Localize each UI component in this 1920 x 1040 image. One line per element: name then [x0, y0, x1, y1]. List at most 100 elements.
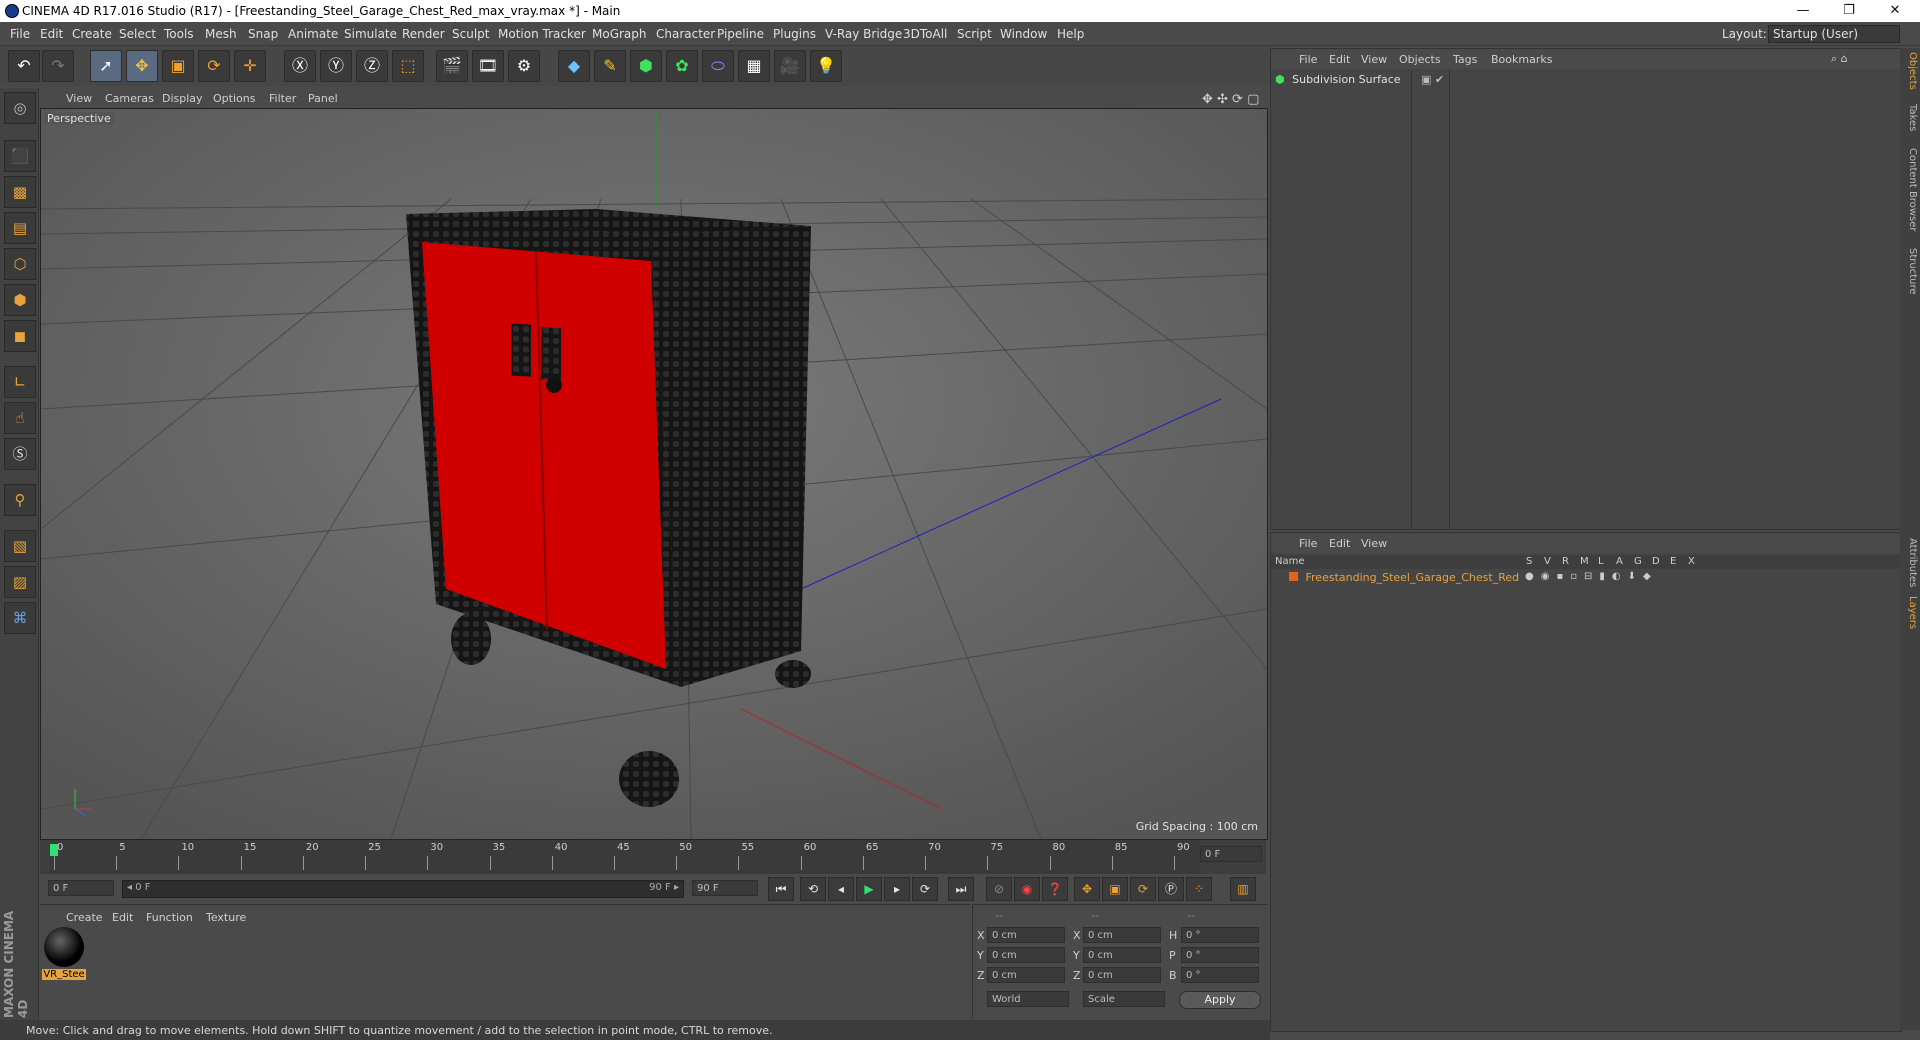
- start-frame-field[interactable]: 0 F: [48, 880, 114, 896]
- size-mode-dropdown[interactable]: Scale: [1083, 991, 1165, 1007]
- make-editable-icon[interactable]: ◎: [4, 92, 36, 124]
- layer-toggle-icons[interactable]: ●◉▪▫⊟▮◐⬇◆: [1525, 571, 1658, 582]
- layer-menu-edit[interactable]: Edit: [1329, 537, 1350, 550]
- texture-mode-icon[interactable]: ▩: [4, 176, 36, 208]
- position-x-field[interactable]: 0 cm: [987, 927, 1065, 943]
- viewport-navigation-icons[interactable]: ✥ ✣ ⟳ ▢: [1202, 92, 1259, 107]
- menu-render[interactable]: Render: [402, 27, 445, 41]
- play-icon[interactable]: ▶: [856, 877, 882, 901]
- rotation-h-field[interactable]: 0 °: [1181, 927, 1259, 943]
- apply-button[interactable]: Apply: [1179, 991, 1261, 1009]
- viewport-menu-view[interactable]: View: [66, 92, 92, 105]
- timeline-ruler[interactable]: 0 5 10 15 20 25 30 35 40 45 50 55 60 65 70 75 80 85 90 0 F: [40, 840, 1266, 875]
- cloner-icon[interactable]: ✿: [666, 50, 698, 82]
- tweak-mode-icon[interactable]: ☝: [4, 402, 36, 434]
- loop-icon[interactable]: ⟲: [800, 877, 826, 901]
- menu-script[interactable]: Script: [957, 27, 992, 41]
- points-mode-icon[interactable]: ⬡: [4, 248, 36, 280]
- deformer-icon[interactable]: ⬭: [702, 50, 734, 82]
- model-mode-icon[interactable]: ⬛: [4, 140, 36, 172]
- layer-menu-file[interactable]: File: [1299, 537, 1317, 550]
- workplane-lock-icon[interactable]: ▧: [4, 530, 36, 562]
- light-icon[interactable]: 💡: [810, 50, 842, 82]
- tab-attributes[interactable]: Attributes: [1902, 538, 1918, 587]
- next-frame-icon[interactable]: ▸: [884, 877, 910, 901]
- tab-structure[interactable]: Structure: [1902, 248, 1918, 295]
- object-menu-view[interactable]: View: [1361, 53, 1387, 66]
- autokey-icon[interactable]: ❓: [1042, 877, 1068, 901]
- coordinate-system-icon[interactable]: ⬚: [392, 50, 424, 82]
- position-y-field[interactable]: 0 cm: [987, 947, 1065, 963]
- size-y-field[interactable]: 0 cm: [1083, 947, 1161, 963]
- record-active-icon[interactable]: ◉: [1014, 877, 1040, 901]
- record-keys-icon[interactable]: ⊘: [986, 877, 1012, 901]
- previous-frame-icon[interactable]: ◂: [828, 877, 854, 901]
- key-scale-icon[interactable]: ▣: [1102, 877, 1128, 901]
- menu-select[interactable]: Select: [119, 27, 156, 41]
- menu-create[interactable]: Create: [72, 27, 112, 41]
- key-parameter-icon[interactable]: Ⓟ: [1158, 877, 1184, 901]
- viewport-menu-display[interactable]: Display: [162, 92, 203, 105]
- close-button[interactable]: ✕: [1872, 0, 1918, 22]
- object-name[interactable]: Subdivision Surface: [1292, 73, 1400, 86]
- menu-edit[interactable]: Edit: [40, 27, 63, 41]
- menu-window[interactable]: Window: [1000, 27, 1047, 41]
- size-z-field[interactable]: 0 cm: [1083, 967, 1161, 983]
- render-picture-viewer-icon[interactable]: 🎞: [472, 50, 504, 82]
- end-frame-field[interactable]: 90 F: [692, 880, 758, 896]
- menu-motion-tracker[interactable]: Motion Tracker: [498, 27, 586, 41]
- material-menu-edit[interactable]: Edit: [112, 911, 133, 924]
- render-settings-icon[interactable]: ⚙: [508, 50, 540, 82]
- layer-row[interactable]: Freestanding_Steel_Garage_Chest_Red ●◉▪▫…: [1275, 571, 1895, 587]
- object-menu-objects[interactable]: Objects: [1399, 53, 1441, 66]
- material-swatch[interactable]: VR_Stee: [42, 927, 86, 987]
- x-axis-lock-icon[interactable]: Ⓧ: [284, 50, 316, 82]
- go-to-end-icon[interactable]: ⏭: [948, 877, 974, 901]
- timeline-ticks[interactable]: 0 5 10 15 20 25 30 35 40 45 50 55 60 65 70 75 80 85 90: [50, 840, 1200, 875]
- tab-content-browser[interactable]: Content Browser: [1902, 148, 1918, 231]
- magnet-icon[interactable]: ⚲: [4, 484, 36, 516]
- material-menu-create[interactable]: Create: [66, 911, 103, 924]
- tab-objects[interactable]: Objects: [1902, 52, 1918, 90]
- menu-snap[interactable]: Snap: [248, 27, 278, 41]
- object-search-icon[interactable]: ⌕ ⌂: [1831, 52, 1848, 66]
- object-enabled-check-icon[interactable]: ▣ ✔: [1421, 73, 1444, 86]
- menu-vray-bridge[interactable]: V-Ray Bridge: [825, 27, 902, 41]
- object-menu-file[interactable]: File: [1299, 53, 1317, 66]
- object-row[interactable]: ⬢ Subdivision Surface ▣ ✔: [1275, 73, 1895, 89]
- key-points-icon[interactable]: ⁘: [1186, 877, 1212, 901]
- rotation-p-field[interactable]: 0 °: [1181, 947, 1259, 963]
- coordinate-mode-dropdown[interactable]: World: [987, 991, 1069, 1007]
- transform-tool-icon[interactable]: ✛: [234, 50, 266, 82]
- menu-animate[interactable]: Animate: [288, 27, 338, 41]
- z-axis-lock-icon[interactable]: Ⓩ: [356, 50, 388, 82]
- undo-icon[interactable]: ↶: [8, 50, 40, 82]
- menu-character[interactable]: Character: [656, 27, 715, 41]
- viewport-menu-options[interactable]: Options: [213, 92, 255, 105]
- camera-icon[interactable]: 🎥: [774, 50, 806, 82]
- rotate-tool-icon[interactable]: ⟳: [198, 50, 230, 82]
- maximize-button[interactable]: ❐: [1826, 0, 1872, 22]
- menu-file[interactable]: File: [10, 27, 30, 41]
- menu-3dtoall[interactable]: 3DToAll: [903, 27, 947, 41]
- material-menu-function[interactable]: Function: [146, 911, 193, 924]
- go-to-start-icon[interactable]: ⏮: [768, 877, 794, 901]
- menu-mograph[interactable]: MoGraph: [592, 27, 647, 41]
- size-x-field[interactable]: 0 cm: [1083, 927, 1161, 943]
- menu-plugins[interactable]: Plugins: [773, 27, 816, 41]
- spline-pen-icon[interactable]: ✎: [594, 50, 626, 82]
- menu-simulate[interactable]: Simulate: [344, 27, 397, 41]
- layer-menu-view[interactable]: View: [1361, 537, 1387, 550]
- y-axis-lock-icon[interactable]: Ⓨ: [320, 50, 352, 82]
- tab-layers[interactable]: Layers: [1902, 596, 1918, 629]
- render-view-icon[interactable]: 🎬: [436, 50, 468, 82]
- key-position-icon[interactable]: ✥: [1074, 877, 1100, 901]
- layer-name[interactable]: Freestanding_Steel_Garage_Chest_Red: [1306, 571, 1520, 584]
- menu-sculpt[interactable]: Sculpt: [452, 27, 489, 41]
- edges-mode-icon[interactable]: ⬢: [4, 284, 36, 316]
- scale-tool-icon[interactable]: ▣: [162, 50, 194, 82]
- key-rotation-icon[interactable]: ⟳: [1130, 877, 1156, 901]
- menu-tools[interactable]: Tools: [164, 27, 194, 41]
- layer-color-swatch[interactable]: [1289, 572, 1298, 581]
- select-tool-icon[interactable]: ➚: [90, 50, 122, 82]
